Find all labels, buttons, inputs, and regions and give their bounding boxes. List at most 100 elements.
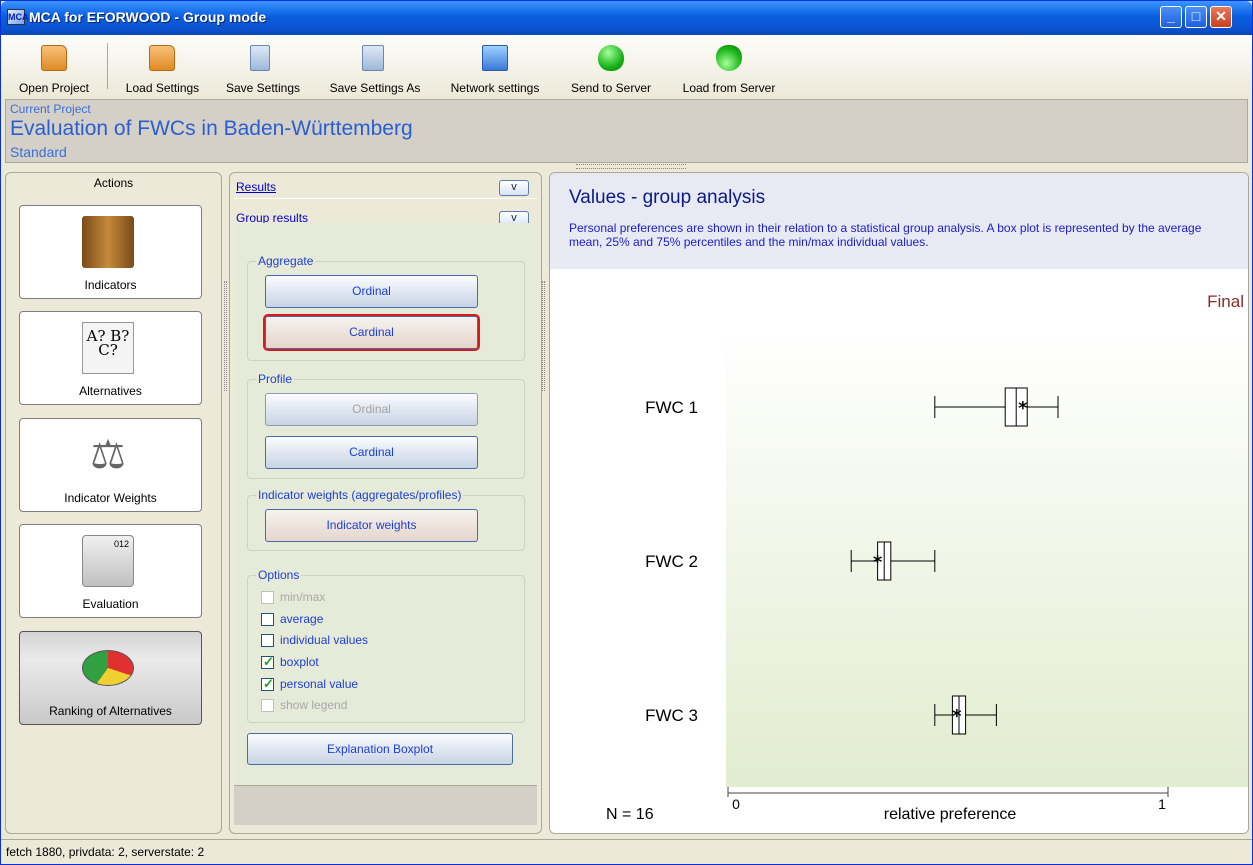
action-alternatives-label: Alternatives [79, 384, 142, 398]
load-settings-button[interactable]: Load Settings [115, 41, 210, 97]
results-panel-footer [234, 785, 537, 825]
status-text: fetch 1880, privdata: 2, serverstate: 2 [6, 845, 205, 859]
aggregate-title: Aggregate [256, 254, 316, 268]
upload-arrow-icon [598, 45, 624, 71]
indicator-weights-button[interactable]: Indicator weights [265, 509, 478, 542]
app-window: MCA MCA for EFORWOOD - Group mode _ □ ✕ … [0, 0, 1253, 865]
load-from-server-label: Load from Server [682, 81, 776, 95]
pie-chart-icon [82, 650, 134, 686]
open-project-label: Open Project [18, 81, 90, 95]
action-alternatives[interactable]: A? B? C? Alternatives [19, 311, 202, 405]
boxplot-label: boxplot [280, 655, 319, 669]
boxplot-checkbox[interactable]: ✓ [261, 654, 274, 669]
action-ranking-of-alternatives[interactable]: Ranking of Alternatives [19, 631, 202, 725]
open-folder-icon [41, 45, 67, 71]
action-indicator-weights[interactable]: ⚖ Indicator Weights [19, 418, 202, 512]
n-label: N = 16 [606, 806, 654, 823]
x-axis-label: relative preference [884, 806, 1017, 823]
action-ranking-label: Ranking of Alternatives [49, 704, 172, 718]
load-from-server-button[interactable]: Load from Server [671, 41, 787, 97]
min-max-checkbox[interactable] [261, 591, 274, 604]
minimize-button[interactable]: _ [1160, 6, 1182, 28]
action-evaluation-label: Evaluation [82, 597, 139, 611]
save-icon [250, 45, 270, 71]
min-max-label: min/max [280, 590, 326, 604]
results-expand-button[interactable]: v [499, 180, 529, 196]
state-label: Final [1207, 292, 1244, 311]
x-tick-label: 1 [1158, 796, 1166, 812]
options-group: Options min/max average individual value… [247, 568, 525, 723]
project-title: Evaluation of FWCs in Baden-Württemberg [10, 117, 413, 140]
toolbar-separator [107, 43, 108, 89]
network-settings-button[interactable]: Network settings [438, 41, 552, 97]
action-indicators-label: Indicators [84, 278, 137, 292]
profile-cardinal-button[interactable]: Cardinal [265, 436, 478, 469]
network-icon [482, 45, 508, 71]
calculator-display: 012 [113, 539, 129, 549]
title-bar[interactable]: MCA MCA for EFORWOOD - Group mode _ □ ✕ [1, 1, 1252, 35]
horizontal-splitter[interactable] [576, 164, 686, 169]
profile-ordinal-button[interactable]: Ordinal [265, 393, 478, 426]
show-legend-checkbox[interactable] [261, 699, 274, 712]
boxplot-chart: Final N = 16 relative preference 0 1 FWC … [550, 269, 1248, 833]
average-checkbox[interactable] [261, 613, 274, 626]
individual-values-label: individual values [280, 633, 369, 647]
current-project-label: Current Project [10, 102, 91, 116]
action-indicators[interactable]: Indicators [19, 205, 202, 299]
explanation-boxplot-button[interactable]: Explanation Boxplot [247, 733, 513, 765]
aggregate-ordinal-button[interactable]: Ordinal [265, 275, 478, 308]
aggregate-cardinal-button[interactable]: Cardinal [263, 314, 480, 351]
x-tick-label: 0 [732, 796, 740, 812]
save-settings-label: Save Settings [225, 81, 301, 95]
individual-values-checkbox[interactable] [261, 634, 274, 647]
open-project-button[interactable]: Open Project [6, 41, 102, 97]
plot-area [726, 329, 1248, 787]
download-arrow-icon [716, 45, 742, 71]
action-evaluation[interactable]: 012 Evaluation [19, 524, 202, 618]
alternatives-icon: A? B? C? [82, 322, 134, 374]
personal-value-checkbox[interactable]: ✓ [261, 676, 274, 691]
status-bar: fetch 1880, privdata: 2, serverstate: 2 [1, 839, 1252, 864]
main-title: Values - group analysis [569, 187, 766, 208]
send-to-server-button[interactable]: Send to Server [561, 41, 661, 97]
network-settings-label: Network settings [450, 81, 540, 95]
personal-value-marker: * [873, 552, 883, 573]
chart-svg: Final N = 16 relative preference 0 1 FWC … [606, 292, 1248, 823]
right-splitter[interactable] [542, 281, 545, 391]
checkmark-icon: ✓ [263, 654, 274, 669]
save-as-icon [362, 45, 384, 71]
maximize-button[interactable]: □ [1185, 6, 1207, 28]
results-section-header: Results v [234, 177, 537, 199]
personal-value-marker: * [1018, 398, 1028, 419]
personal-value-marker: * [952, 706, 962, 727]
options-title: Options [256, 568, 302, 582]
load-settings-label: Load Settings [125, 81, 200, 95]
save-settings-as-button[interactable]: Save Settings As [317, 41, 433, 97]
main-content: Values - group analysis Personal prefere… [549, 172, 1249, 834]
actions-title: Actions [93, 176, 134, 190]
app-icon: MCA [7, 9, 29, 25]
group-results-body: Aggregate Ordinal Cardinal Profile Ordin… [234, 223, 537, 785]
personal-value-label: personal value [280, 677, 359, 691]
indicator-weights-title: Indicator weights (aggregates/profiles) [256, 488, 464, 502]
toolbar: Open Project Load Settings Save Settings… [1, 35, 1252, 98]
category-label: FWC 2 [645, 552, 698, 571]
category-label: FWC 1 [645, 398, 698, 417]
checkmark-icon: ✓ [263, 676, 274, 691]
main-description: Personal preferences are shown in their … [569, 221, 1202, 249]
average-label: average [280, 612, 324, 626]
save-settings-button[interactable]: Save Settings [214, 41, 312, 97]
results-link[interactable]: Results [236, 180, 276, 194]
profile-title: Profile [256, 372, 295, 386]
project-variant: Standard [10, 144, 67, 160]
calculator-icon: 012 [82, 535, 134, 587]
close-button[interactable]: ✕ [1210, 6, 1232, 28]
close-icon: ✕ [1215, 8, 1227, 24]
save-settings-as-label: Save Settings As [329, 81, 421, 95]
window-title: MCA for EFORWOOD - Group mode [29, 9, 267, 25]
left-splitter[interactable] [224, 281, 227, 391]
actions-panel: Actions Indicators A? B? C? Alternatives… [5, 172, 222, 834]
send-to-server-label: Send to Server [570, 81, 652, 95]
results-panel: Results v Group results v Aggregate Ordi… [229, 172, 542, 834]
indicators-icon [82, 216, 134, 268]
